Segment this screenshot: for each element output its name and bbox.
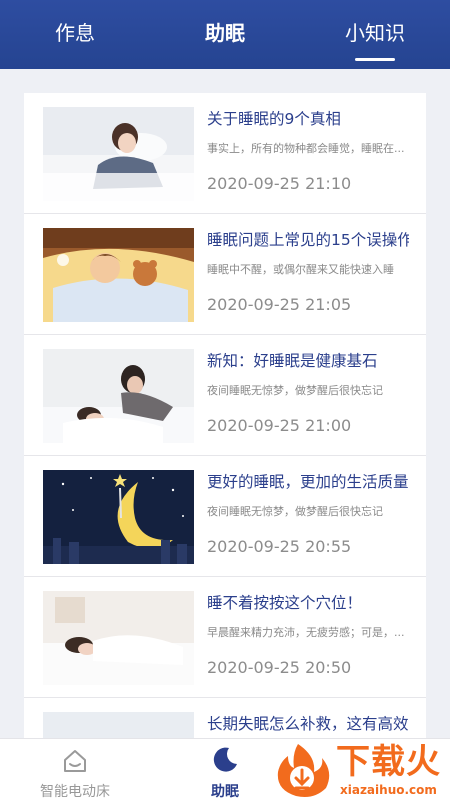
article-title[interactable]: 关于睡眠的9个真相 — [207, 106, 409, 132]
nav-label: 助眠 — [211, 784, 239, 800]
article-thumbnail — [43, 591, 194, 685]
tab-sleep-aid[interactable]: 助眠 — [194, 0, 256, 69]
nav-item-smart-bed[interactable]: 智能电动床 — [22, 739, 128, 801]
article-date: 2020-09-25 21:00 — [207, 416, 352, 435]
article-date: 2020-09-25 21:05 — [207, 295, 352, 314]
watermark-brand: 下载火 — [336, 742, 441, 782]
article-thumbnail — [43, 470, 194, 564]
tab-schedule[interactable]: 作息 — [44, 0, 106, 69]
watermark-logo: 下载火 xiazaihuo.com — [268, 738, 450, 800]
home-icon — [64, 750, 86, 772]
nav-label: 智能电动床 — [40, 784, 110, 800]
article-summary: 夜间睡眠无惊梦，做梦醒后很快忘记 — [207, 384, 383, 397]
article-summary: 事实上，所有的物种都会睡觉，睡眠在... — [207, 142, 405, 155]
nav-item-sleep-aid[interactable]: 助眠 — [190, 739, 260, 801]
article-list[interactable]: 关于睡眠的9个真相 事实上，所有的物种都会睡觉，睡眠在... 2020-09-2… — [24, 93, 426, 753]
article-date: 2020-09-25 21:10 — [207, 174, 352, 193]
article-summary: 睡眠中不醒，或偶尔醒来又能快速入睡 — [207, 263, 394, 276]
article-title[interactable]: 睡眠问题上常见的15个误操作 — [207, 227, 409, 253]
top-tab-bar: 作息 助眠 小知识 — [0, 0, 450, 69]
article-thumbnail — [43, 107, 194, 201]
article-date: 2020-09-25 20:55 — [207, 537, 352, 556]
article-title[interactable]: 更好的睡眠，更加的生活质量 — [207, 469, 409, 495]
article-item[interactable]: 睡眠问题上常见的15个误操作 睡眠中不醒，或偶尔醒来又能快速入睡 2020-09… — [24, 214, 426, 335]
article-title[interactable]: 长期失眠怎么补救，这有高效方法 — [207, 711, 409, 737]
article-thumbnail — [43, 349, 194, 443]
watermark-url: xiazaihuo.com — [340, 783, 437, 797]
article-title[interactable]: 新知：好睡眠是健康基石 — [207, 348, 409, 374]
article-item[interactable]: 新知：好睡眠是健康基石 夜间睡眠无惊梦，做梦醒后很快忘记 2020-09-25 … — [24, 335, 426, 456]
article-date: 2020-09-25 20:50 — [207, 658, 352, 677]
article-item[interactable]: 睡不着按按这个穴位！ 早晨醒来精力充沛，无疲劳感；可是，... 2020-09-… — [24, 577, 426, 698]
article-title[interactable]: 睡不着按按这个穴位！ — [207, 590, 409, 616]
article-item[interactable]: 更好的睡眠，更加的生活质量 夜间睡眠无惊梦，做梦醒后很快忘记 2020-09-2… — [24, 456, 426, 577]
article-summary: 夜间睡眠无惊梦，做梦醒后很快忘记 — [207, 505, 383, 518]
moon-icon — [213, 747, 237, 772]
article-summary: 早晨醒来精力充沛，无疲劳感；可是，... — [207, 626, 405, 639]
article-thumbnail — [43, 228, 194, 322]
article-item[interactable]: 关于睡眠的9个真相 事实上，所有的物种都会睡觉，睡眠在... 2020-09-2… — [24, 93, 426, 214]
active-tab-indicator — [355, 58, 395, 61]
